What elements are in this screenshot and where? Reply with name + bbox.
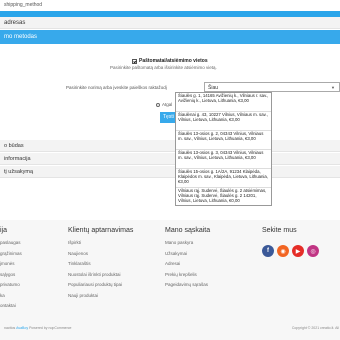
- section-payment[interactable]: o būdas: [0, 140, 340, 152]
- footer-col-title: Klientų aptarnavimas: [68, 227, 134, 234]
- facebook-icon[interactable]: f: [262, 245, 274, 257]
- footer-link[interactable]: privatumo: [0, 282, 22, 287]
- pickup-select-input[interactable]: Šiau ▼: [204, 82, 340, 92]
- pickup-option[interactable]: Šiaulės g. 1, 14165 Avižienių k., Vilnia…: [176, 93, 271, 112]
- social-icons: f ◉ ▶ ◎: [262, 245, 319, 257]
- footer-col-follow: Sekite mus: [262, 227, 297, 240]
- footer-link[interactable]: Pageidavimų sąrašas: [165, 282, 210, 287]
- pickup-select-label: Pasirinkite norimą arba įveskite paieško…: [66, 85, 167, 90]
- back-radio-row[interactable]: Atgal: [156, 102, 172, 107]
- pickup-checkbox-row[interactable]: Paštomatai/atsiėmimo vietos: [132, 58, 208, 64]
- theme-link[interactable]: AvaBoy: [16, 326, 28, 330]
- footer-link[interactable]: Išpirkti: [68, 240, 133, 245]
- pickup-checkbox[interactable]: [132, 58, 137, 64]
- footer-col-title: Mano sąskaita: [165, 227, 211, 234]
- footer-link[interactable]: paslaugas: [0, 240, 22, 245]
- top-step-text: shipping_method: [4, 2, 43, 8]
- footer-link[interactable]: Nuostolai išrinkti produktai: [68, 272, 133, 277]
- footer-link[interactable]: Adresai: [165, 261, 210, 266]
- footer-copyright: Copyright © 2021 creatio.lt. All: [291, 326, 339, 330]
- step-address[interactable]: adresas: [0, 17, 340, 29]
- footer-link[interactable]: Populiariausi produktų tipai: [68, 282, 133, 287]
- youtube-icon[interactable]: ▶: [292, 245, 304, 257]
- pickup-subtext: Pasirinkite paštomatą arba išsirinkite a…: [110, 65, 217, 70]
- pickup-select-value: Šiau: [208, 85, 219, 91]
- footer-link[interactable]: Tinklaraštis: [68, 261, 133, 266]
- pickup-option[interactable]: Šiaulės 13-osios g. 2, 04343 Vilnius, Vi…: [176, 131, 271, 150]
- pickup-dropdown-list[interactable]: Šiaulės g. 1, 14165 Avižienių k., Vilnia…: [175, 92, 272, 206]
- footer-col-customer-service: Klientų aptarnavimas Išpirkti Naujienos …: [68, 227, 133, 303]
- section-info[interactable]: informacija: [0, 153, 340, 165]
- pickup-option[interactable]: Vilniaus rąj. Sudervė, Šiaulės g. 2 atsi…: [176, 188, 271, 205]
- section-confirm-order[interactable]: tį užsakymą: [0, 166, 340, 178]
- footer-link[interactable]: Užsakymai: [165, 251, 210, 256]
- footer-link[interactable]: sąlygos: [0, 272, 22, 277]
- footer-col-title: ija: [0, 227, 8, 234]
- step-delivery-active[interactable]: mo metodas: [0, 30, 340, 44]
- footer-link[interactable]: ka: [0, 293, 22, 298]
- footer-col-information: ija paslaugas grąžinimas įmonės sąlygos …: [0, 227, 22, 314]
- pickup-checkbox-label: Paštomatai/atsiėmimo vietos: [139, 58, 208, 64]
- pickup-option[interactable]: Šiaulėnai g. 43, 10227 Vilnius, Vilniaus…: [176, 112, 271, 131]
- rss-icon[interactable]: ◉: [277, 245, 289, 257]
- back-radio[interactable]: [156, 102, 160, 107]
- instagram-icon[interactable]: ◎: [307, 245, 319, 257]
- footer-link[interactable]: grąžinimas: [0, 251, 22, 256]
- back-radio-label: Atgal: [162, 102, 173, 107]
- footer-col-title: Sekite mus: [262, 227, 297, 234]
- footer-link[interactable]: Naujienos: [68, 251, 133, 256]
- footer-link[interactable]: Prekių krepšelis: [165, 272, 210, 277]
- chevron-down-icon: ▼: [331, 85, 335, 90]
- footer-powered-by: nacttos AvaBoy Powered by nopCommerce: [4, 326, 72, 330]
- footer-link[interactable]: įmonės: [0, 261, 22, 266]
- footer-link[interactable]: Mano paskyra: [165, 240, 210, 245]
- footer-link[interactable]: ontaktai: [0, 303, 22, 308]
- pickup-option[interactable]: Šiaulės 15-osios g. 1A/2A, 91234 Klaipėd…: [176, 169, 271, 188]
- pickup-option[interactable]: Šiaulės 13-osios g. 3, 04343 Vilnius, Vi…: [176, 150, 271, 169]
- footer-link[interactable]: Nauji produktai: [68, 293, 133, 298]
- footer-col-my-account: Mano sąskaita Mano paskyra Užsakymai Adr…: [165, 227, 210, 293]
